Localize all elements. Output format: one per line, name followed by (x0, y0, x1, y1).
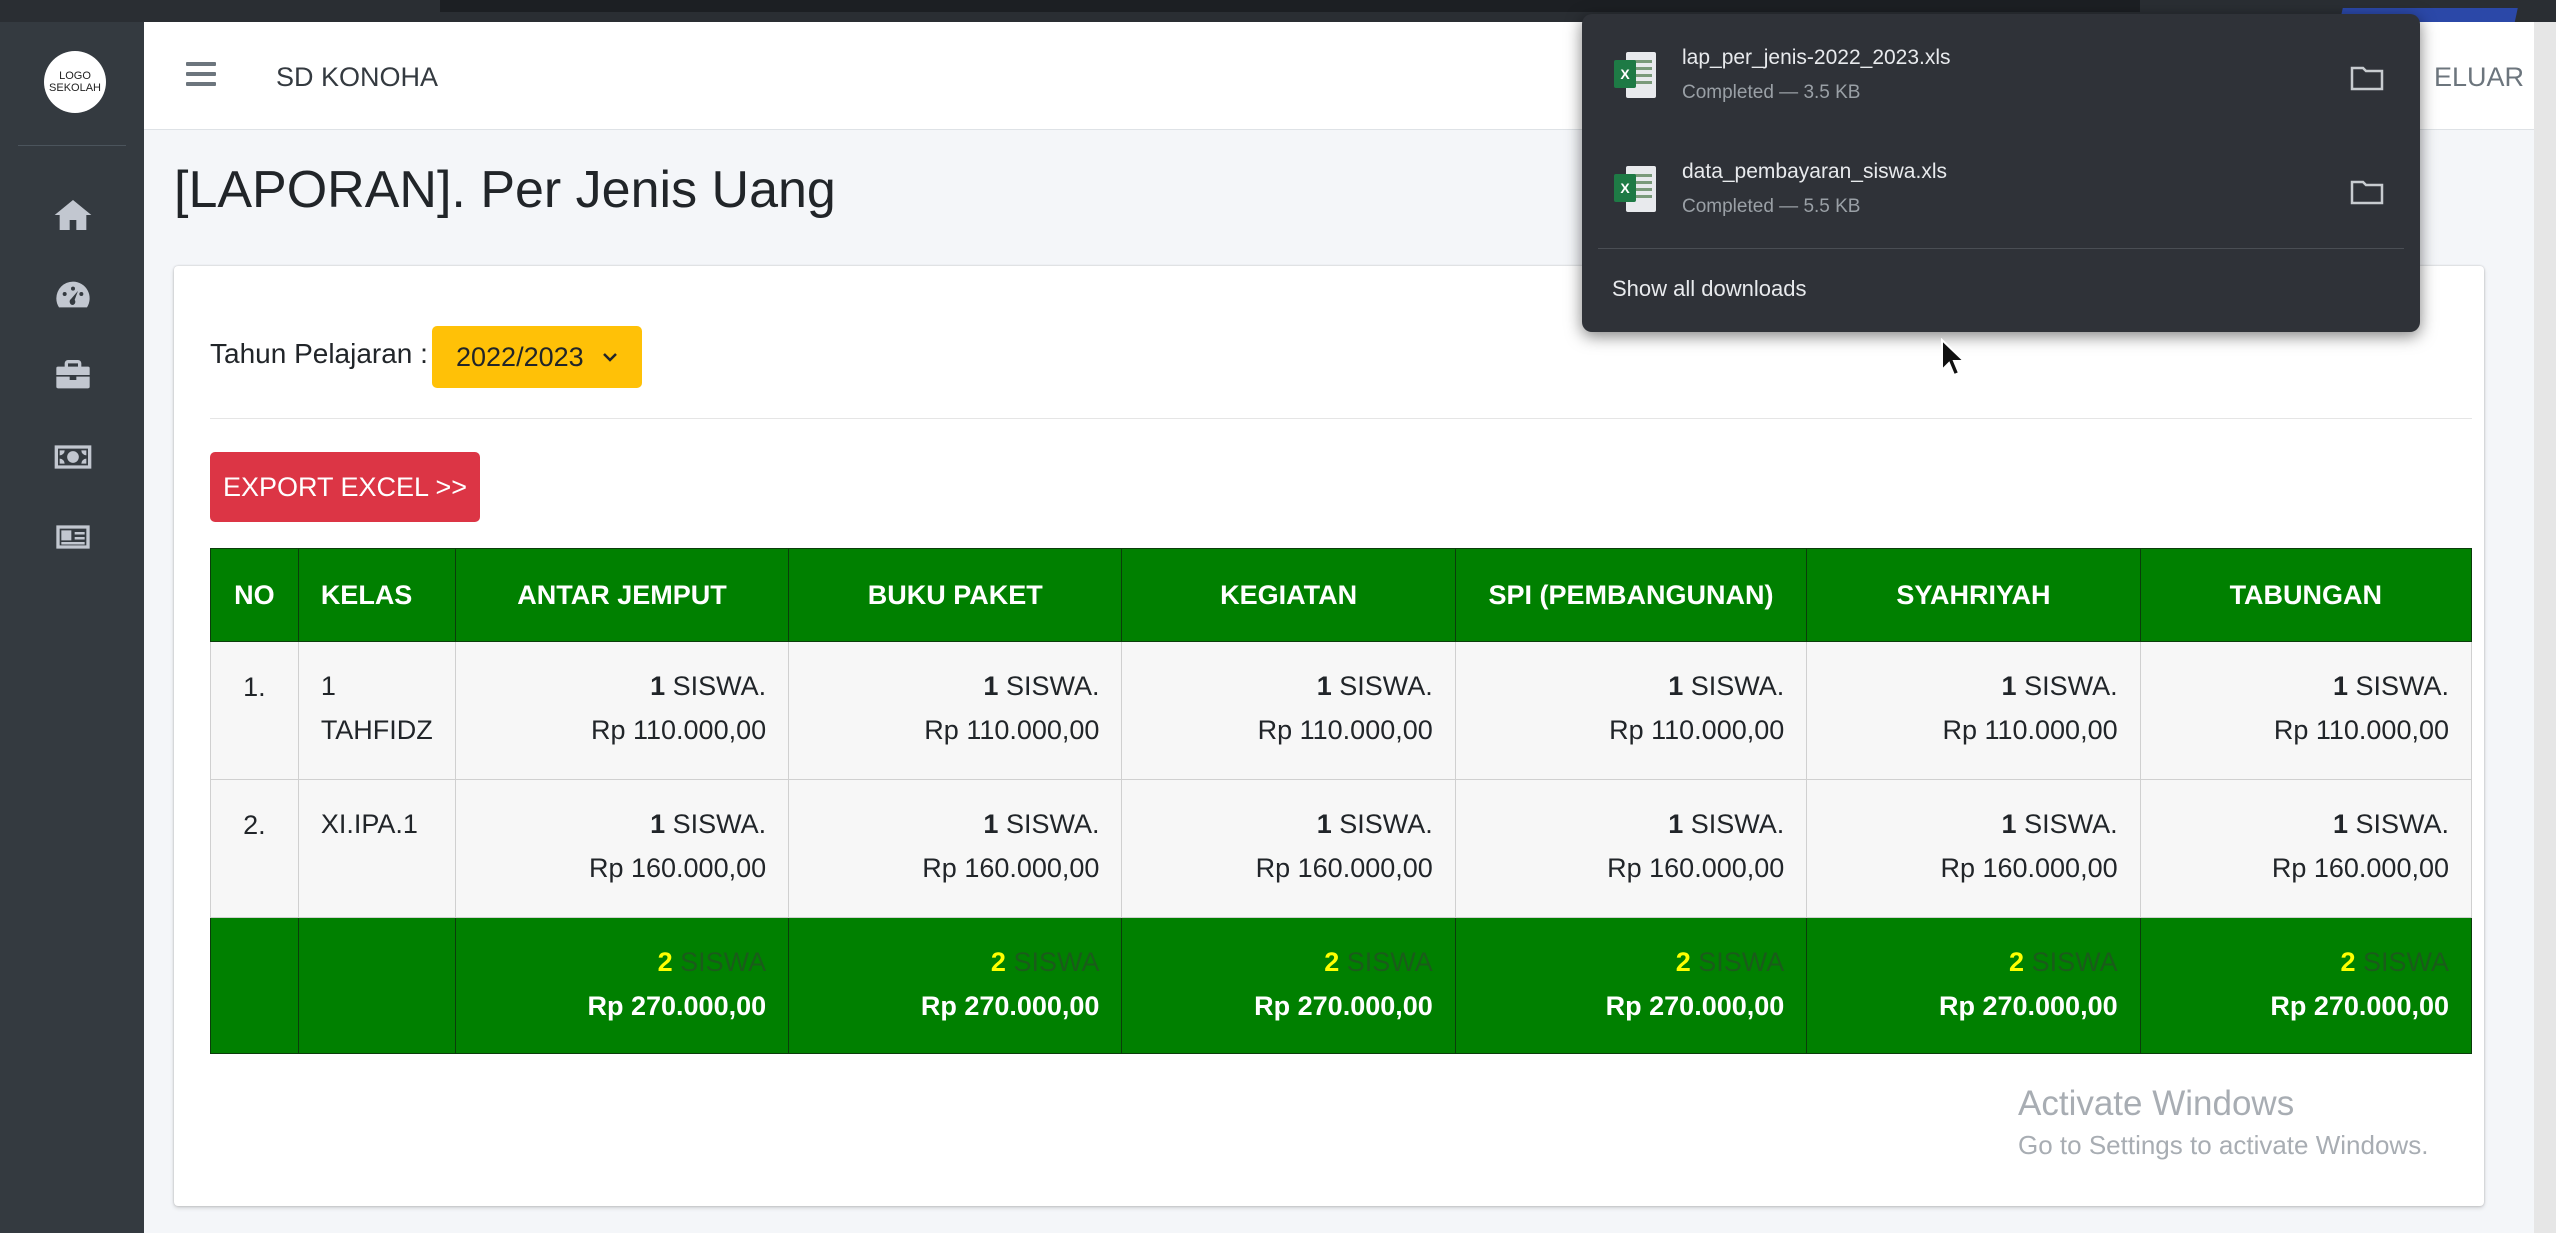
table-total-row: 2 SISWA Rp 270.000,00 2 SISWA Rp 270.000,0… (210, 917, 2473, 1054)
cell-amount: 1 SISWA. Rp 160.000,00 (1121, 779, 1456, 918)
logout-link[interactable]: ELUAR (2434, 62, 2524, 93)
svg-text:X: X (1620, 180, 1630, 196)
money-icon (54, 445, 92, 469)
download-filename: data_pembayaran_siswa.xls (1682, 160, 1947, 183)
menu-toggle-icon[interactable] (186, 62, 216, 88)
chevron-down-icon (603, 353, 617, 362)
total-cell: 2 SISWA Rp 270.000,00 (2139, 917, 2473, 1054)
total-cell: 2 SISWA Rp 270.000,00 (454, 917, 790, 1054)
row-number: 1. (210, 641, 299, 780)
table-row: 2. XI.IPA.1 1 SISWA. Rp 160.000,00 1 SISW… (210, 779, 2473, 918)
cell-amount: 1 SISWA. Rp 160.000,00 (788, 779, 1123, 918)
download-item[interactable]: X data_pembayaran_siswa.xls Completed — … (1582, 128, 2420, 238)
report-table: NO KELAS ANTAR JEMPUT BUKU PAKET KEGIATA… (210, 548, 2473, 1054)
download-item[interactable]: X lap_per_jenis-2022_2023.xls Completed … (1582, 14, 2420, 124)
briefcase-icon (56, 360, 90, 389)
page-scrollbar[interactable] (2534, 22, 2556, 1233)
school-name: SD KONOHA (276, 62, 439, 92)
cell-amount: 1 SISWA. Rp 160.000,00 (1454, 779, 1808, 918)
year-select[interactable]: 2022/2023 (432, 326, 642, 388)
cell-amount: 1 SISWA. Rp 160.000,00 (454, 779, 790, 918)
logo-text-line2: SEKOLAH (49, 82, 101, 94)
watermark-subtitle: Go to Settings to activate Windows. (2018, 1130, 2429, 1160)
export-excel-button[interactable]: EXPORT EXCEL >> (210, 452, 480, 522)
header-spi: SPI (PEMBANGUNAN) (1454, 548, 1808, 642)
table-header-row: NO KELAS ANTAR JEMPUT BUKU PAKET KEGIATA… (210, 548, 2473, 642)
sidebar-item-briefcase[interactable] (52, 354, 94, 396)
table-row: 1. 1 TAHFIDZ 1 SISWA. Rp 110.000,00 1 SISW… (210, 641, 2473, 780)
download-status: Completed — 3.5 KB (1682, 82, 1861, 103)
folder-icon[interactable] (2350, 64, 2384, 92)
id-card-icon (56, 525, 90, 549)
header-tabungan: TABUNGAN (2139, 548, 2473, 642)
show-all-downloads-link[interactable]: Show all downloads (1612, 276, 1806, 302)
header-no: NO (210, 548, 299, 642)
excel-file-icon: X (1614, 166, 1656, 212)
mouse-cursor-icon (1941, 338, 1966, 377)
cell-amount: 1 SISWA. Rp 110.000,00 (1806, 641, 2141, 780)
page-title: [LAPORAN]. Per Jenis Uang (174, 161, 836, 219)
svg-text:X: X (1620, 66, 1630, 82)
total-empty-no (210, 917, 299, 1054)
cell-amount: 1 SISWA. Rp 110.000,00 (1454, 641, 1808, 780)
download-filename: lap_per_jenis-2022_2023.xls (1682, 46, 1951, 69)
sidebar-item-money[interactable] (52, 436, 94, 478)
home-icon (54, 200, 92, 230)
watermark-title: Activate Windows (2018, 1084, 2295, 1123)
year-select-value: 2022/2023 (456, 341, 584, 372)
downloads-popup: X lap_per_jenis-2022_2023.xls Completed … (1582, 14, 2420, 332)
total-cell: 2 SISWA Rp 270.000,00 (1806, 917, 2141, 1054)
header-buku-paket: BUKU PAKET (788, 548, 1123, 642)
filter-divider (210, 418, 2472, 419)
header-antar-jemput: ANTAR JEMPUT (454, 548, 790, 642)
sidebar-divider (18, 145, 126, 146)
cell-amount: 1 SISWA. Rp 160.000,00 (1806, 779, 2141, 918)
header-syahriyah: SYAHRIYAH (1806, 548, 2141, 642)
filter-label: Tahun Pelajaran : (210, 338, 428, 369)
sidebar-item-report[interactable] (52, 516, 94, 558)
header-kelas: KELAS (297, 548, 456, 642)
row-number: 2. (210, 779, 299, 918)
logo-text-line1: LOGO (59, 70, 91, 82)
sidebar: LOGO SEKOLAH (0, 22, 144, 1233)
total-empty-kelas (297, 917, 456, 1054)
school-logo[interactable]: LOGO SEKOLAH (44, 51, 106, 113)
folder-icon[interactable] (2350, 178, 2384, 206)
total-cell: 2 SISWA Rp 270.000,00 (1121, 917, 1456, 1054)
report-card: Tahun Pelajaran : 2022/2023 EXPORT EXCEL… (174, 266, 2484, 1206)
row-kelas: 1 TAHFIDZ (297, 641, 456, 780)
cell-amount: 1 SISWA. Rp 110.000,00 (788, 641, 1123, 780)
cell-amount: 1 SISWA. Rp 110.000,00 (2139, 641, 2473, 780)
sidebar-item-home[interactable] (52, 194, 94, 236)
total-cell: 2 SISWA Rp 270.000,00 (1454, 917, 1808, 1054)
cell-amount: 1 SISWA. Rp 110.000,00 (454, 641, 790, 780)
total-cell: 2 SISWA Rp 270.000,00 (788, 917, 1123, 1054)
activate-windows-watermark: Activate Windows Go to Settings to activ… (2018, 1084, 2428, 1161)
excel-file-icon: X (1614, 52, 1656, 98)
cell-amount: 1 SISWA. Rp 110.000,00 (1121, 641, 1456, 780)
row-kelas: XI.IPA.1 (297, 779, 456, 918)
sidebar-item-dashboard[interactable] (52, 274, 94, 316)
header-kegiatan: KEGIATAN (1121, 548, 1456, 642)
dashboard-icon (56, 281, 90, 308)
downloads-separator (1598, 248, 2404, 249)
download-status: Completed — 5.5 KB (1682, 196, 1861, 217)
browser-tab-area (440, 0, 2140, 12)
cell-amount: 1 SISWA. Rp 160.000,00 (2139, 779, 2473, 918)
